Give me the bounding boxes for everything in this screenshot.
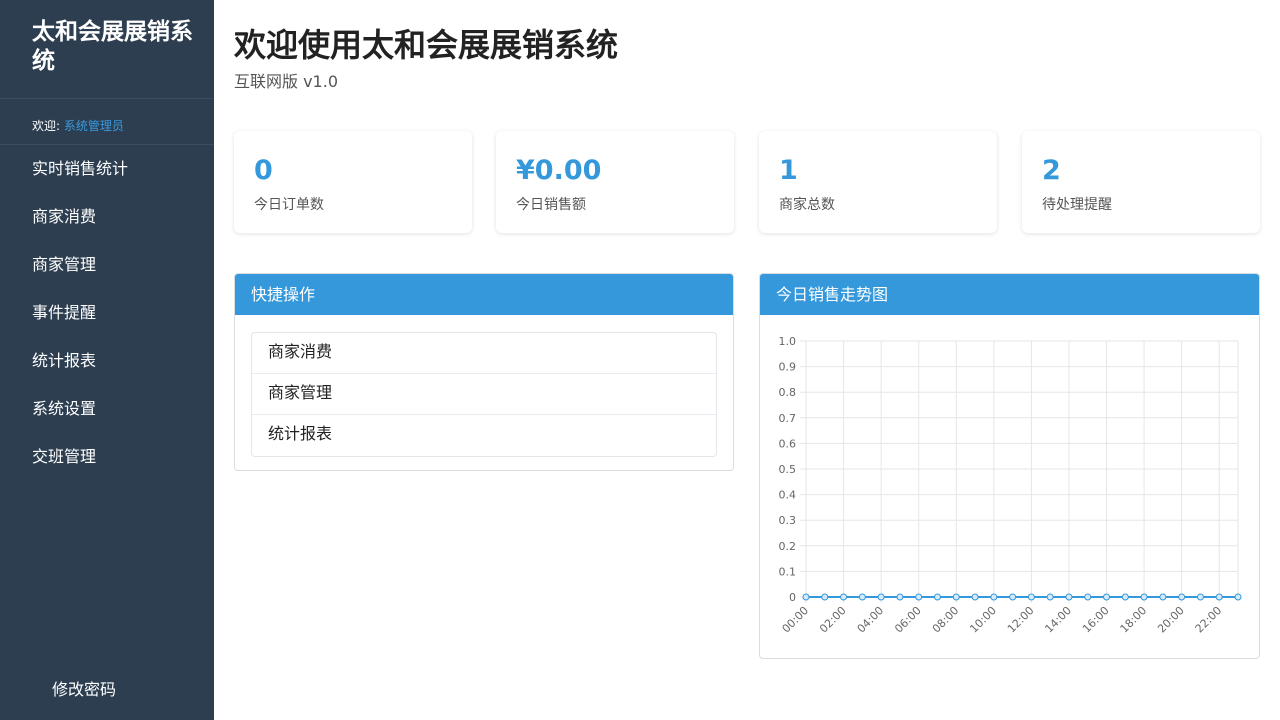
stat-label: 商家总数 <box>779 197 835 213</box>
y-tick-label: 0 <box>789 591 796 604</box>
data-point <box>990 593 998 601</box>
sidebar-item-event-reminders[interactable]: 事件提醒 <box>0 291 214 339</box>
sales-trend-chart: 0 0.1 0.2 0.3 0.4 0.5 0.6 0.7 0.8 0.9 1.0 00:00 02:0… <box>779 335 1242 636</box>
y-tick-label: 0.3 <box>779 514 797 527</box>
stat-value: ¥0.00 <box>516 155 602 186</box>
data-point <box>1065 593 1073 601</box>
data-point <box>840 593 848 601</box>
stat-label: 待处理提醒 <box>1042 197 1112 213</box>
quick-action-merchant-consumption[interactable]: 商家消费 <box>252 333 716 374</box>
stat-card-reminders: 2 待处理提醒 <box>1022 131 1260 233</box>
data-point <box>1140 593 1148 601</box>
data-point <box>802 593 810 601</box>
data-point <box>1234 593 1242 601</box>
x-tick-label: 06:00 <box>892 604 924 636</box>
change-password-link[interactable]: 修改密码 <box>52 676 116 700</box>
stat-label: 今日订单数 <box>254 197 324 213</box>
page-subtitle: 互联网版 v1.0 <box>234 72 339 91</box>
data-point <box>1215 593 1223 601</box>
sidebar: 太和会展展销系统 欢迎: 系统管理员 实时销售统计 商家消费 商家管理 事件提醒… <box>0 0 214 720</box>
y-tick-label: 0.5 <box>779 463 797 476</box>
data-point <box>1084 593 1092 601</box>
y-tick-label: 0.4 <box>779 489 797 502</box>
x-tick-label: 10:00 <box>967 604 999 636</box>
data-point <box>1196 593 1204 601</box>
panel-header: 今日销售走势图 <box>760 274 1259 315</box>
page-title: 欢迎使用太和会展展销系统 <box>234 26 619 64</box>
stat-value: 0 <box>254 155 273 186</box>
data-point <box>971 593 979 601</box>
x-tick-label: 00:00 <box>780 604 812 636</box>
data-point <box>1178 593 1186 601</box>
stat-value: 1 <box>779 155 798 186</box>
sales-trend-panel: 今日销售走势图 0 0.1 0.2 0.3 0.4 0.5 0.6 0.7 0.8 0.9 1.0 0… <box>759 273 1260 659</box>
sidebar-item-reports[interactable]: 统计报表 <box>0 339 214 387</box>
x-tick-label: 02:00 <box>817 604 849 636</box>
sidebar-nav: 实时销售统计 商家消费 商家管理 事件提醒 统计报表 系统设置 交班管理 <box>0 147 214 483</box>
welcome-label: 欢迎: <box>32 119 61 133</box>
y-tick-label: 0.8 <box>779 386 797 399</box>
sidebar-divider <box>0 98 214 99</box>
y-tick-label: 0.2 <box>779 540 797 553</box>
x-tick-label: 20:00 <box>1155 604 1187 636</box>
stat-label: 今日销售额 <box>516 197 586 213</box>
stat-value: 2 <box>1042 155 1061 186</box>
data-point <box>1103 593 1111 601</box>
data-point <box>933 593 941 601</box>
stat-card-orders: 0 今日订单数 <box>234 131 472 233</box>
y-tick-label: 0.9 <box>779 361 797 374</box>
data-point <box>952 593 960 601</box>
data-point <box>915 593 923 601</box>
x-tick-label: 18:00 <box>1118 604 1150 636</box>
quick-actions-list: 商家消费 商家管理 统计报表 <box>251 332 717 457</box>
y-tick-label: 0.7 <box>779 412 797 425</box>
sidebar-item-merchant-management[interactable]: 商家管理 <box>0 243 214 291</box>
data-point <box>1121 593 1129 601</box>
stat-card-merchants: 1 商家总数 <box>759 131 997 233</box>
y-tick-label: 0.1 <box>779 565 797 578</box>
y-tick-label: 0.6 <box>779 437 797 450</box>
data-point <box>858 593 866 601</box>
sidebar-item-shift-management[interactable]: 交班管理 <box>0 435 214 483</box>
data-point <box>1027 593 1035 601</box>
y-tick-label: 1.0 <box>779 335 797 348</box>
x-tick-label: 04:00 <box>855 604 887 636</box>
x-tick-label: 22:00 <box>1193 604 1225 636</box>
welcome-user: 系统管理员 <box>63 119 124 133</box>
data-point <box>896 593 904 601</box>
sidebar-item-settings[interactable]: 系统设置 <box>0 387 214 435</box>
quick-action-reports[interactable]: 统计报表 <box>252 415 716 456</box>
data-point <box>821 593 829 601</box>
stat-card-sales: ¥0.00 今日销售额 <box>496 131 734 233</box>
data-point <box>1159 593 1167 601</box>
data-point <box>877 593 885 601</box>
x-tick-label: 14:00 <box>1042 604 1074 636</box>
sidebar-divider <box>0 144 214 145</box>
data-point <box>1046 593 1054 601</box>
sidebar-item-merchant-consumption[interactable]: 商家消费 <box>0 195 214 243</box>
data-point <box>1009 593 1017 601</box>
quick-actions-panel: 快捷操作 商家消费 商家管理 统计报表 <box>234 273 734 471</box>
brand-title: 太和会展展销系统 <box>32 19 193 74</box>
panel-header: 快捷操作 <box>235 274 733 315</box>
quick-action-merchant-management[interactable]: 商家管理 <box>252 374 716 415</box>
welcome-text: 欢迎: 系统管理员 <box>32 117 124 134</box>
x-tick-label: 12:00 <box>1005 604 1037 636</box>
x-tick-label: 16:00 <box>1080 604 1112 636</box>
sidebar-item-sales-stats[interactable]: 实时销售统计 <box>0 147 214 195</box>
x-tick-label: 08:00 <box>930 604 962 636</box>
